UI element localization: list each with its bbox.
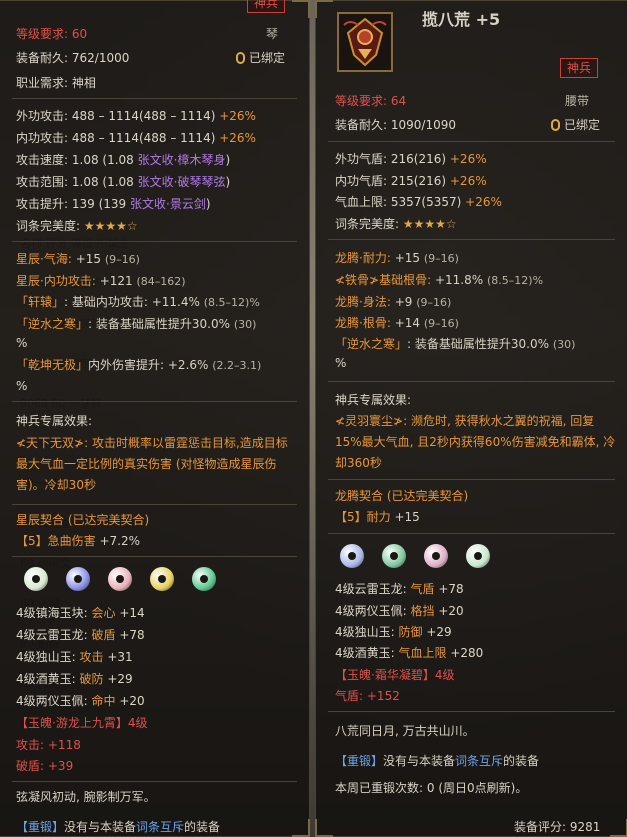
affix-row: 星辰·气海: +15 (9–16) <box>16 252 140 266</box>
soul-stat: 攻击: +118 <box>16 738 81 752</box>
level-requirement: 等级要求: 60 <box>16 27 88 41</box>
divider <box>328 479 615 480</box>
weekly-reforge-count: 本周已重锻次数: 0 (周日0点刷新)。 <box>335 781 528 795</box>
star-icons: ★★★★☆ <box>402 217 457 231</box>
flavor-text: 八荒同日月, 万古共山川。 <box>335 724 475 738</box>
affix-row: 「逆水之寒」: 装备基础属性提升30.0% (30) <box>335 337 576 351</box>
item-title: 揽八荒 +5 <box>422 10 501 29</box>
shenbing-badge: 神兵 <box>560 58 599 78</box>
attack-speed: 攻击速度: 1.08 (1.08 张文收·樟木琴身) <box>16 153 231 167</box>
soul-stat: 破盾: +39 <box>16 759 74 773</box>
stat-row: 内功气盾: 215(216) +26% <box>335 174 487 188</box>
frame-corner <box>315 0 333 18</box>
equip-type: 腰带 <box>565 94 590 108</box>
perfection-rating: 词条完美度: ★★★★☆ <box>335 217 457 231</box>
shenbing-badge: 神兵 <box>247 0 286 13</box>
exclusive-effect: ≮灵羽寰尘≯: 濒危时, 获得秋水之翼的祝福, 回复15%最大气血, 且2秒内获… <box>335 414 616 470</box>
frame-corner <box>292 0 310 18</box>
item-emblem-icon <box>337 12 393 72</box>
gem-stat-row: 4级云雷玉龙: 破盾 +78 <box>16 628 145 642</box>
divider <box>12 401 297 402</box>
divider <box>328 381 615 382</box>
soul-stat: 气盾: +152 <box>335 689 400 703</box>
bond-title: 星辰契合 (已达完美契合) <box>16 513 150 527</box>
stat-row: 外功攻击: 488 – 1114(488 – 1114) +26% <box>16 109 256 123</box>
exclusive-title: 神兵专属效果: <box>335 393 412 407</box>
jade-gem-icon[interactable] <box>466 544 490 568</box>
jade-soul: 【玉魄·霜华凝碧】4级 <box>335 668 455 682</box>
frame-corner <box>292 819 310 837</box>
stat-row: 外功气盾: 216(216) +26% <box>335 152 487 166</box>
stat-row: 气血上限: 5357(5357) +26% <box>335 195 502 209</box>
jade-gem-icon[interactable] <box>108 567 132 591</box>
gem-stat-row: 4级两仪玉佩: 命中 +20 <box>16 694 145 708</box>
exclusive-title: 神兵专属效果: <box>16 414 93 428</box>
flavor-text: 弦凝风初动, 腕影制万军。 <box>16 790 156 804</box>
divider <box>328 239 615 240</box>
bound-status: 已绑定 <box>236 49 285 67</box>
bond-line: 【5】急曲伤害 +7.2% <box>16 534 141 548</box>
affix-row: 「轩辕」: 基础内功攻击: +11.4% (8.5–12)% <box>16 295 260 309</box>
gem-stat-row: 4级酒黄玉: 破防 +29 <box>16 672 133 686</box>
affix-row: 龙腾·身法: +9 (9–16) <box>335 295 452 309</box>
affix-row-end: % <box>16 336 28 350</box>
affix-row: 星辰·内功攻击: +121 (84–162) <box>16 274 186 288</box>
affix-row: 龙腾·根骨: +14 (9–16) <box>335 316 459 330</box>
jade-gem-icon[interactable] <box>340 544 364 568</box>
affix-row: 「逆水之寒」: 装备基础属性提升30.0% (30) <box>16 317 257 331</box>
affix-row-end: % <box>16 379 28 393</box>
divider <box>12 98 297 99</box>
level-requirement: 等级要求: 64 <box>335 94 407 108</box>
bound-status: 已绑定 <box>551 116 600 134</box>
attack-boost: 攻击提升: 139 (139 张文收·景云剑) <box>16 197 211 211</box>
frame-corner <box>315 819 333 837</box>
jade-gem-icon[interactable] <box>66 567 90 591</box>
reforge-info: 【重锻】没有与本装备词条互斥的装备 <box>16 820 221 834</box>
jade-soul: 【玉魄·游龙上九霄】4级 <box>16 716 148 730</box>
perfection-rating: 词条完美度: ★★★★☆ <box>16 219 138 233</box>
gem-stat-row: 4级镇海玉块: 会心 +14 <box>16 606 145 620</box>
divider <box>328 141 615 142</box>
lock-icon <box>551 119 560 131</box>
divider <box>328 711 615 712</box>
jade-gem-icon[interactable] <box>382 544 406 568</box>
equipment-score: 装备评分: 9281 <box>514 820 601 834</box>
affix-row: 龙腾·耐力: +15 (9–16) <box>335 251 459 265</box>
gem-stat-row: 4级酒黄玉: 气血上限 +280 <box>335 646 484 660</box>
reforge-info: 【重锻】没有与本装备词条互斥的装备 <box>335 754 540 768</box>
lock-icon <box>236 52 245 64</box>
mutex-link[interactable]: 词条互斥 <box>136 820 184 834</box>
gem-stat-row: 4级云雷玉龙: 气盾 +78 <box>335 582 464 596</box>
jade-gem-icon[interactable] <box>424 544 448 568</box>
mutex-link[interactable]: 词条互斥 <box>455 754 503 768</box>
durability: 装备耐久: 1090/1090 <box>335 118 456 132</box>
durability: 装备耐久: 762/1000 <box>16 51 130 65</box>
bond-line: 【5】耐力 +15 <box>335 510 420 524</box>
frame-corner <box>610 819 627 837</box>
gem-stat-row: 4级独山玉: 攻击 +31 <box>16 650 133 664</box>
bond-title: 龙腾契合 (已达完美契合) <box>335 489 469 503</box>
class-requirement: 职业需求: 神相 <box>16 76 96 90</box>
jade-gem-icon[interactable] <box>192 567 216 591</box>
attack-range: 攻击范围: 1.08 (1.08 张文收·破琴琴弦) <box>16 175 231 189</box>
exclusive-effect: ≮天下无双≯: 攻击时概率以雷霆惩击目标,造成目标最大气血一定比例的真实伤害 (… <box>16 436 288 492</box>
stat-row: 内功攻击: 488 – 1114(488 – 1114) +26% <box>16 131 256 145</box>
gem-stat-row: 4级独山玉: 防御 +29 <box>335 625 452 639</box>
affix-row: ≮铁骨≯基础根骨: +11.8% (8.5–12)% <box>335 273 544 287</box>
jade-gem-icon[interactable] <box>24 567 48 591</box>
jade-gem-icon[interactable] <box>150 567 174 591</box>
star-icons: ★★★★☆ <box>83 219 138 233</box>
divider <box>12 781 297 782</box>
divider <box>12 556 297 557</box>
affix-row: 「乾坤无极」内外伤害提升: +2.6% (2.2–3.1) <box>16 358 262 372</box>
gem-stat-row: 4级两仪玉佩: 格挡 +20 <box>335 604 464 618</box>
divider <box>12 504 297 505</box>
affix-row-end: % <box>335 356 347 370</box>
left-item-tooltip: 神兵 等级要求: 60 琴 装备耐久: 762/1000 已绑定 职业需求: 神… <box>0 0 310 837</box>
weapon-type: 琴 <box>266 27 279 41</box>
divider <box>12 241 297 242</box>
divider <box>328 533 615 534</box>
right-item-tooltip: 揽八荒 +5 神兵 等级要求: 64 腰带 装备耐久: 1090/1090 已绑… <box>315 0 627 837</box>
